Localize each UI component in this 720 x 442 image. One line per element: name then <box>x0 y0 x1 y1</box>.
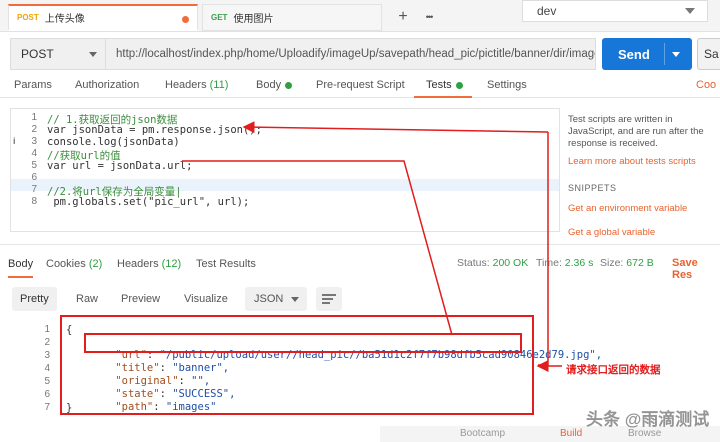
annotation-label: 请求接口返回的数据 <box>566 364 661 376</box>
annotation-arrow-url-link <box>182 160 453 336</box>
annotation-arrow-vertical <box>538 132 549 366</box>
annotation-arrow-to-jsondata <box>242 121 549 134</box>
watermark: 头条 @雨滴测试 <box>586 410 710 429</box>
footer-bootcamp[interactable]: Bootcamp <box>460 428 505 439</box>
footer-build[interactable]: Build <box>560 428 582 439</box>
